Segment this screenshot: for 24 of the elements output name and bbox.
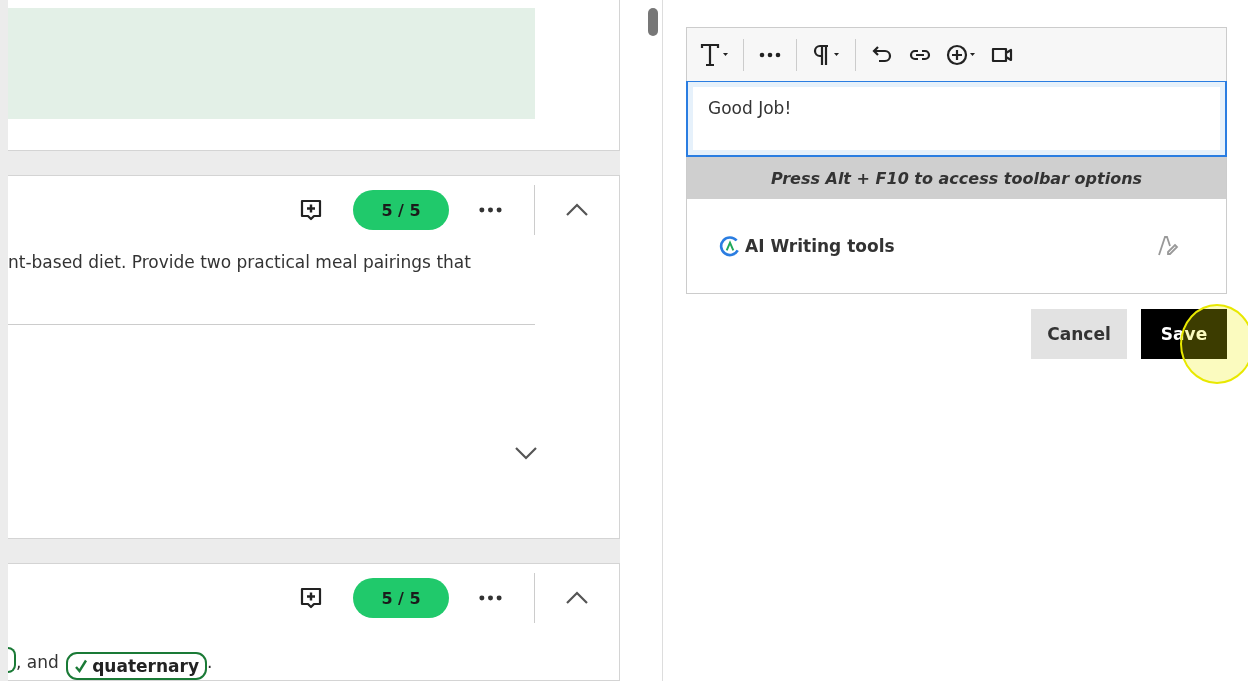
score-badge[interactable]: 5 / 5 bbox=[353, 578, 449, 618]
ai-writing-tools-button[interactable]: AI Writing tools bbox=[719, 235, 895, 257]
paragraph-icon[interactable] bbox=[811, 42, 841, 67]
question-text: nt-based diet. Provide two practical meal pairings that bbox=[8, 252, 472, 272]
comment-field[interactable]: Good Job! bbox=[686, 81, 1227, 157]
answer-chip bbox=[8, 647, 16, 673]
cancel-button[interactable]: Cancel bbox=[1031, 309, 1127, 359]
pen-icon[interactable] bbox=[1156, 234, 1180, 258]
more-icon[interactable] bbox=[479, 595, 502, 601]
add-comment-icon[interactable] bbox=[299, 586, 323, 610]
more-icon[interactable] bbox=[479, 207, 502, 213]
score-badge[interactable]: 5 / 5 bbox=[353, 190, 449, 230]
chevron-down-icon[interactable] bbox=[514, 446, 538, 460]
toolbar-hint: Press Alt + F10 to access toolbar options bbox=[687, 157, 1226, 199]
scrollbar-thumb[interactable] bbox=[648, 8, 658, 36]
chevron-up-icon[interactable] bbox=[565, 203, 589, 217]
chevron-up-icon[interactable] bbox=[565, 591, 589, 605]
add-comment-icon[interactable] bbox=[299, 198, 323, 222]
add-circle-icon[interactable] bbox=[946, 42, 976, 67]
check-icon bbox=[74, 659, 89, 673]
ai-logo-icon bbox=[719, 235, 741, 257]
answer-chip: quaternary bbox=[66, 652, 208, 680]
text-style-icon[interactable] bbox=[699, 42, 729, 67]
answer-text: , and quaternary . bbox=[8, 647, 619, 680]
